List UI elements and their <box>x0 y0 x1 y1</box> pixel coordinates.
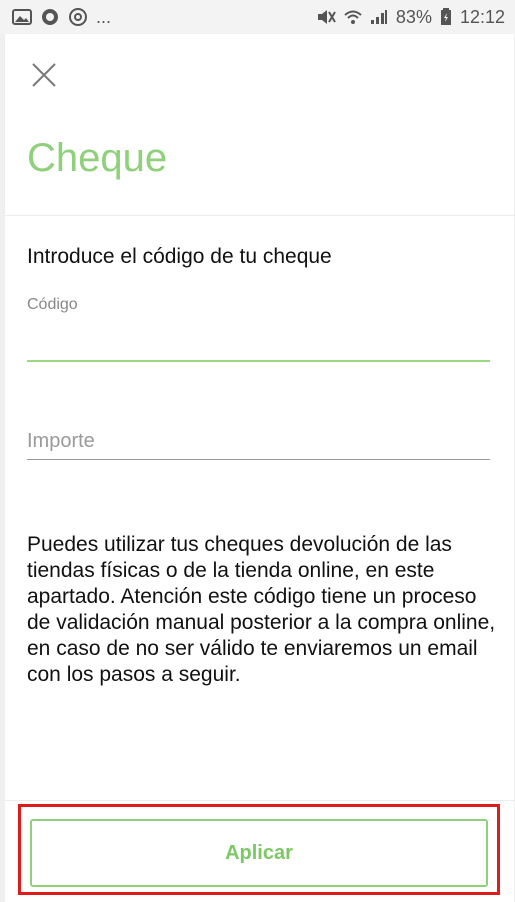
status-bar-left: ... <box>12 7 111 28</box>
sync-icon <box>68 7 88 27</box>
code-label: Código <box>27 296 78 313</box>
cheque-screen: Cheque Introduce el código de tu cheque … <box>5 34 514 902</box>
clock: 12:12 <box>459 6 505 27</box>
page-title: Cheque <box>27 136 168 180</box>
footer: Aplicar <box>5 800 514 902</box>
cheque-form: Introduce el código de tu cheque Código … <box>5 216 514 800</box>
status-bar: ... 83% 12:12 <box>0 0 515 34</box>
close-button[interactable] <box>27 58 61 92</box>
close-icon <box>27 63 61 96</box>
signal-icon <box>370 9 388 25</box>
info-text: Puedes utilizar tus cheques devolución d… <box>27 533 496 686</box>
status-more: ... <box>96 6 112 27</box>
status-bar-right: 83% 12:12 <box>316 7 505 28</box>
form-intro: Introduce el código de tu cheque <box>27 245 332 268</box>
image-icon <box>12 9 32 25</box>
battery-percent: 83% <box>395 6 432 27</box>
message-icon <box>40 8 60 26</box>
amount-input[interactable] <box>27 423 490 460</box>
header: Cheque <box>5 34 514 216</box>
wifi-icon <box>344 9 362 25</box>
apply-button[interactable]: Aplicar <box>30 819 488 887</box>
code-input[interactable] <box>27 316 490 362</box>
battery-icon <box>440 8 452 26</box>
mute-icon <box>316 9 336 25</box>
